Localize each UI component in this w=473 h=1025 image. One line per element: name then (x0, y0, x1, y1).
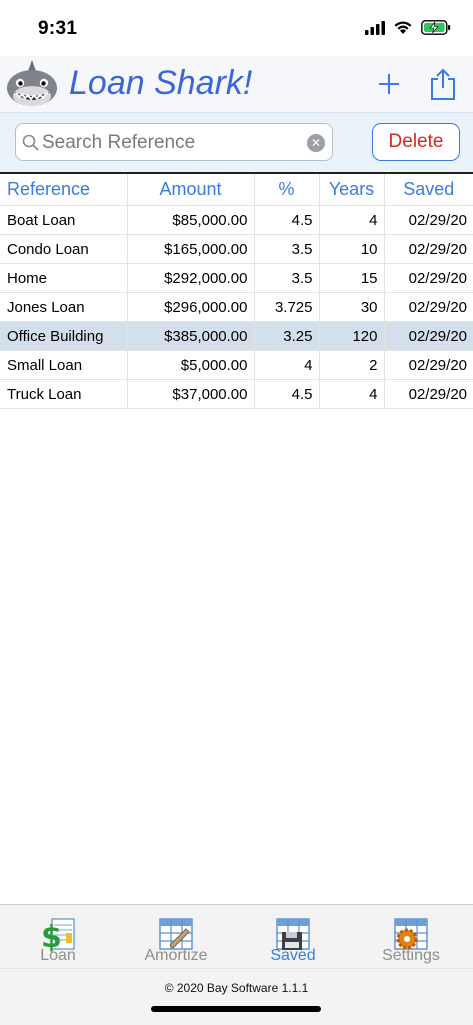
wifi-icon (394, 21, 412, 34)
table-row[interactable]: Small Loan $5,000.00 4 2 02/29/20 (0, 350, 473, 380)
search-icon (22, 134, 39, 151)
search-area: ✕ Delete (0, 112, 473, 173)
tab-saved[interactable]: Saved (243, 915, 343, 971)
status-time: 9:31 (38, 18, 78, 39)
cell-saved: 02/29/20 (384, 263, 473, 293)
cell-reference: Condo Loan (0, 234, 128, 264)
cell-rate: 4.5 (254, 205, 320, 235)
clear-search-icon[interactable]: ✕ (307, 134, 325, 152)
cell-reference: Jones Loan (0, 292, 128, 322)
cell-amount: $37,000.00 (127, 379, 255, 409)
delete-button[interactable]: Delete (372, 123, 460, 161)
table-row[interactable]: Boat Loan $85,000.00 4.5 4 02/29/20 (0, 205, 473, 235)
cell-saved: 02/29/20 (384, 350, 473, 380)
footer: © 2020 Bay Software 1.1.1 (0, 968, 473, 1025)
cell-rate: 4.5 (254, 379, 320, 409)
tab-label-loan: Loan (40, 947, 76, 964)
status-bar: 9:31 (0, 0, 473, 56)
column-header-rate[interactable]: % (254, 174, 320, 206)
table-row[interactable]: Truck Loan $37,000.00 4.5 4 02/29/20 (0, 379, 473, 409)
cell-amount: $296,000.00 (127, 292, 255, 322)
tab-loan[interactable]: $ Loan (8, 915, 108, 971)
table-row-selected[interactable]: Office Building $385,000.00 3.25 120 02/… (0, 321, 473, 351)
app-title: Loan Shark! (69, 64, 253, 102)
cell-saved: 02/29/20 (384, 234, 473, 264)
tab-label-saved: Saved (270, 947, 316, 964)
cell-amount: $165,000.00 (127, 234, 255, 264)
tab-label-settings: Settings (382, 947, 440, 964)
cell-amount: $5,000.00 (127, 350, 255, 380)
cell-reference: Boat Loan (0, 205, 128, 235)
table-row[interactable]: Jones Loan $296,000.00 3.725 30 02/29/20 (0, 292, 473, 322)
copyright-text: © 2020 Bay Software 1.1.1 (164, 981, 309, 995)
cell-reference: Home (0, 263, 128, 293)
cell-years: 4 (319, 205, 385, 235)
cell-reference: Truck Loan (0, 379, 128, 409)
cell-amount: $292,000.00 (127, 263, 255, 293)
cell-rate: 3.725 (254, 292, 320, 322)
column-header-years[interactable]: Years (319, 174, 385, 206)
cell-saved: 02/29/20 (384, 292, 473, 322)
shark-logo-icon (7, 60, 57, 106)
cell-saved: 02/29/20 (384, 379, 473, 409)
cell-saved: 02/29/20 (384, 321, 473, 351)
cell-years: 10 (319, 234, 385, 264)
table-row[interactable]: Condo Loan $165,000.00 3.5 10 02/29/20 (0, 234, 473, 264)
column-header-saved[interactable]: Saved (384, 174, 473, 206)
cell-years: 120 (319, 321, 385, 351)
table-header-row: Reference Amount % Years Saved (0, 174, 473, 206)
cell-reference: Small Loan (0, 350, 128, 380)
search-box[interactable]: ✕ (15, 123, 333, 161)
cell-saved: 02/29/20 (384, 205, 473, 235)
table-row[interactable]: Home $292,000.00 3.5 15 02/29/20 (0, 263, 473, 293)
battery-charging-icon (421, 20, 451, 35)
tab-settings[interactable]: Settings (361, 915, 461, 971)
plus-icon (379, 74, 399, 94)
cell-rate: 4 (254, 350, 320, 380)
tab-bar: $ Loan Amortize Saved Settings (0, 904, 473, 969)
cell-rate: 3.5 (254, 263, 320, 293)
saved-loans-table: Reference Amount % Years Saved Boat Loan… (0, 172, 473, 409)
cell-reference: Office Building (0, 321, 128, 351)
cell-rate: 3.25 (254, 321, 320, 351)
cell-rate: 3.5 (254, 234, 320, 264)
share-icon (431, 68, 455, 100)
tab-label-amortize: Amortize (144, 947, 208, 964)
cell-years: 4 (319, 379, 385, 409)
cell-amount: $385,000.00 (127, 321, 255, 351)
share-button[interactable] (425, 66, 461, 102)
status-icons (365, 20, 451, 35)
signal-icon (365, 20, 385, 35)
home-indicator (151, 1006, 321, 1012)
search-input[interactable] (40, 128, 304, 158)
tab-amortize[interactable]: Amortize (126, 915, 226, 971)
add-button[interactable] (371, 66, 407, 102)
app-header: Loan Shark! (0, 56, 473, 112)
cell-years: 2 (319, 350, 385, 380)
cell-years: 30 (319, 292, 385, 322)
column-header-reference[interactable]: Reference (0, 174, 128, 206)
cell-years: 15 (319, 263, 385, 293)
cell-amount: $85,000.00 (127, 205, 255, 235)
column-header-amount[interactable]: Amount (127, 174, 255, 206)
